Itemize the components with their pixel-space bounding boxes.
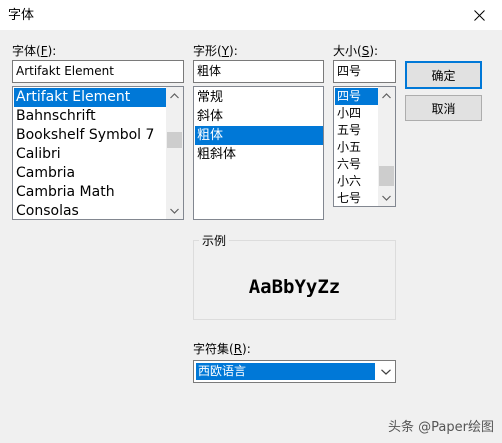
list-item[interactable]: Bahnschrift — [14, 107, 166, 126]
close-button[interactable] — [456, 0, 502, 30]
list-item[interactable]: 四号 — [335, 88, 378, 105]
charset-dropdown-button[interactable] — [377, 361, 395, 382]
list-item[interactable]: Cambria Math — [14, 183, 166, 202]
list-item[interactable]: 六号 — [335, 156, 378, 173]
list-item[interactable]: Bookshelf Symbol 7 — [14, 126, 166, 145]
list-item[interactable]: Calibri — [14, 145, 166, 164]
sample-title: 示例 — [199, 232, 230, 249]
scroll-down-button[interactable] — [378, 189, 395, 206]
list-item[interactable]: Consolas — [14, 202, 166, 219]
font-name-input[interactable]: Artifakt Element — [12, 60, 184, 83]
chevron-down-icon — [170, 208, 179, 214]
list-item[interactable]: 小五 — [335, 139, 378, 156]
sample-group: 示例 AaBbYyZz — [193, 232, 396, 320]
chevron-down-icon — [381, 368, 391, 375]
chevron-up-icon — [170, 92, 179, 98]
font-label: 字体(F): — [12, 44, 57, 58]
close-icon — [473, 9, 485, 21]
list-item[interactable]: 粗斜体 — [195, 145, 323, 164]
watermark: 头条 @Paper绘图 — [388, 420, 494, 435]
font-list-scrollbar[interactable] — [166, 87, 183, 219]
size-list-scrollbar[interactable] — [378, 87, 395, 206]
list-item[interactable]: 小四 — [335, 105, 378, 122]
charset-select[interactable]: 西欧语言 — [193, 360, 396, 383]
style-label: 字形(Y): — [193, 44, 238, 58]
scroll-thumb[interactable] — [379, 166, 394, 186]
list-item[interactable]: 小六 — [335, 173, 378, 190]
list-item[interactable]: 斜体 — [195, 107, 323, 126]
scroll-up-button[interactable] — [378, 87, 395, 104]
charset-label: 字符集(R): — [193, 342, 251, 356]
list-item[interactable]: Cambria — [14, 164, 166, 183]
charset-value: 西欧语言 — [196, 363, 375, 380]
scroll-thumb[interactable] — [167, 132, 182, 148]
chevron-up-icon — [382, 92, 391, 98]
list-item[interactable]: Artifakt Element — [14, 88, 166, 107]
size-label: 大小(S): — [333, 44, 379, 58]
scroll-up-button[interactable] — [166, 87, 183, 104]
font-list[interactable]: Artifakt Element Bahnschrift Bookshelf Sym… — [12, 86, 184, 220]
cancel-button[interactable]: 取消 — [405, 95, 482, 121]
list-item[interactable]: 常规 — [195, 88, 323, 107]
font-size-list[interactable]: 四号 小四 五号 小五 六号 小六 七号 — [333, 86, 396, 207]
list-item[interactable]: 五号 — [335, 122, 378, 139]
chevron-down-icon — [382, 195, 391, 201]
sample-text: AaBbYyZz — [248, 276, 341, 298]
ok-button[interactable]: 确定 — [405, 61, 482, 89]
window-title: 字体 — [8, 8, 35, 23]
scroll-down-button[interactable] — [166, 202, 183, 219]
font-style-input[interactable]: 粗体 — [193, 60, 324, 83]
title-bar: 字体 — [0, 0, 502, 30]
list-item[interactable]: 粗体 — [195, 126, 323, 145]
list-item[interactable]: 七号 — [335, 190, 378, 206]
font-size-input[interactable]: 四号 — [333, 60, 396, 83]
font-style-list[interactable]: 常规 斜体 粗体 粗斜体 — [193, 86, 324, 220]
